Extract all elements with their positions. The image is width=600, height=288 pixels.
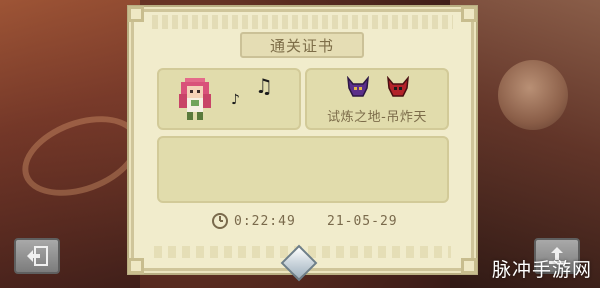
exit-icon — [27, 246, 48, 266]
corner-ornament — [461, 6, 477, 22]
background-character — [498, 60, 568, 130]
top-decoration — [152, 15, 453, 29]
demon-boss-icon — [387, 76, 409, 97]
clock-icon — [212, 213, 228, 229]
stage-box: 试炼之地-吊炸天 — [305, 68, 449, 130]
certificate-title: 通关证书 — [269, 36, 334, 55]
pixel-character-icon — [179, 78, 211, 120]
clear-date: 21-05-29 — [327, 214, 398, 229]
corner-ornament — [128, 6, 144, 22]
clear-time: 0:22:49 — [234, 214, 296, 229]
exit-button[interactable] — [14, 238, 60, 274]
certificate-panel: 通关证书 ♪ ♫ 试炼之地-吊炸天 0:22:49 21-05-29 — [128, 6, 477, 274]
corner-ornament — [461, 258, 477, 274]
stage-name: 试炼之地-吊炸天 — [327, 110, 427, 125]
character-box: ♪ ♫ — [157, 68, 301, 130]
demon-boss-icon — [347, 76, 369, 97]
corner-ornament — [128, 258, 144, 274]
music-note-icon: ♪ — [231, 92, 240, 108]
music-notes-icon: ♫ — [255, 74, 273, 98]
watermark-text: 脉冲手游网 — [491, 259, 592, 281]
title-ribbon: 通关证书 — [240, 32, 364, 58]
stats-box — [157, 136, 449, 203]
